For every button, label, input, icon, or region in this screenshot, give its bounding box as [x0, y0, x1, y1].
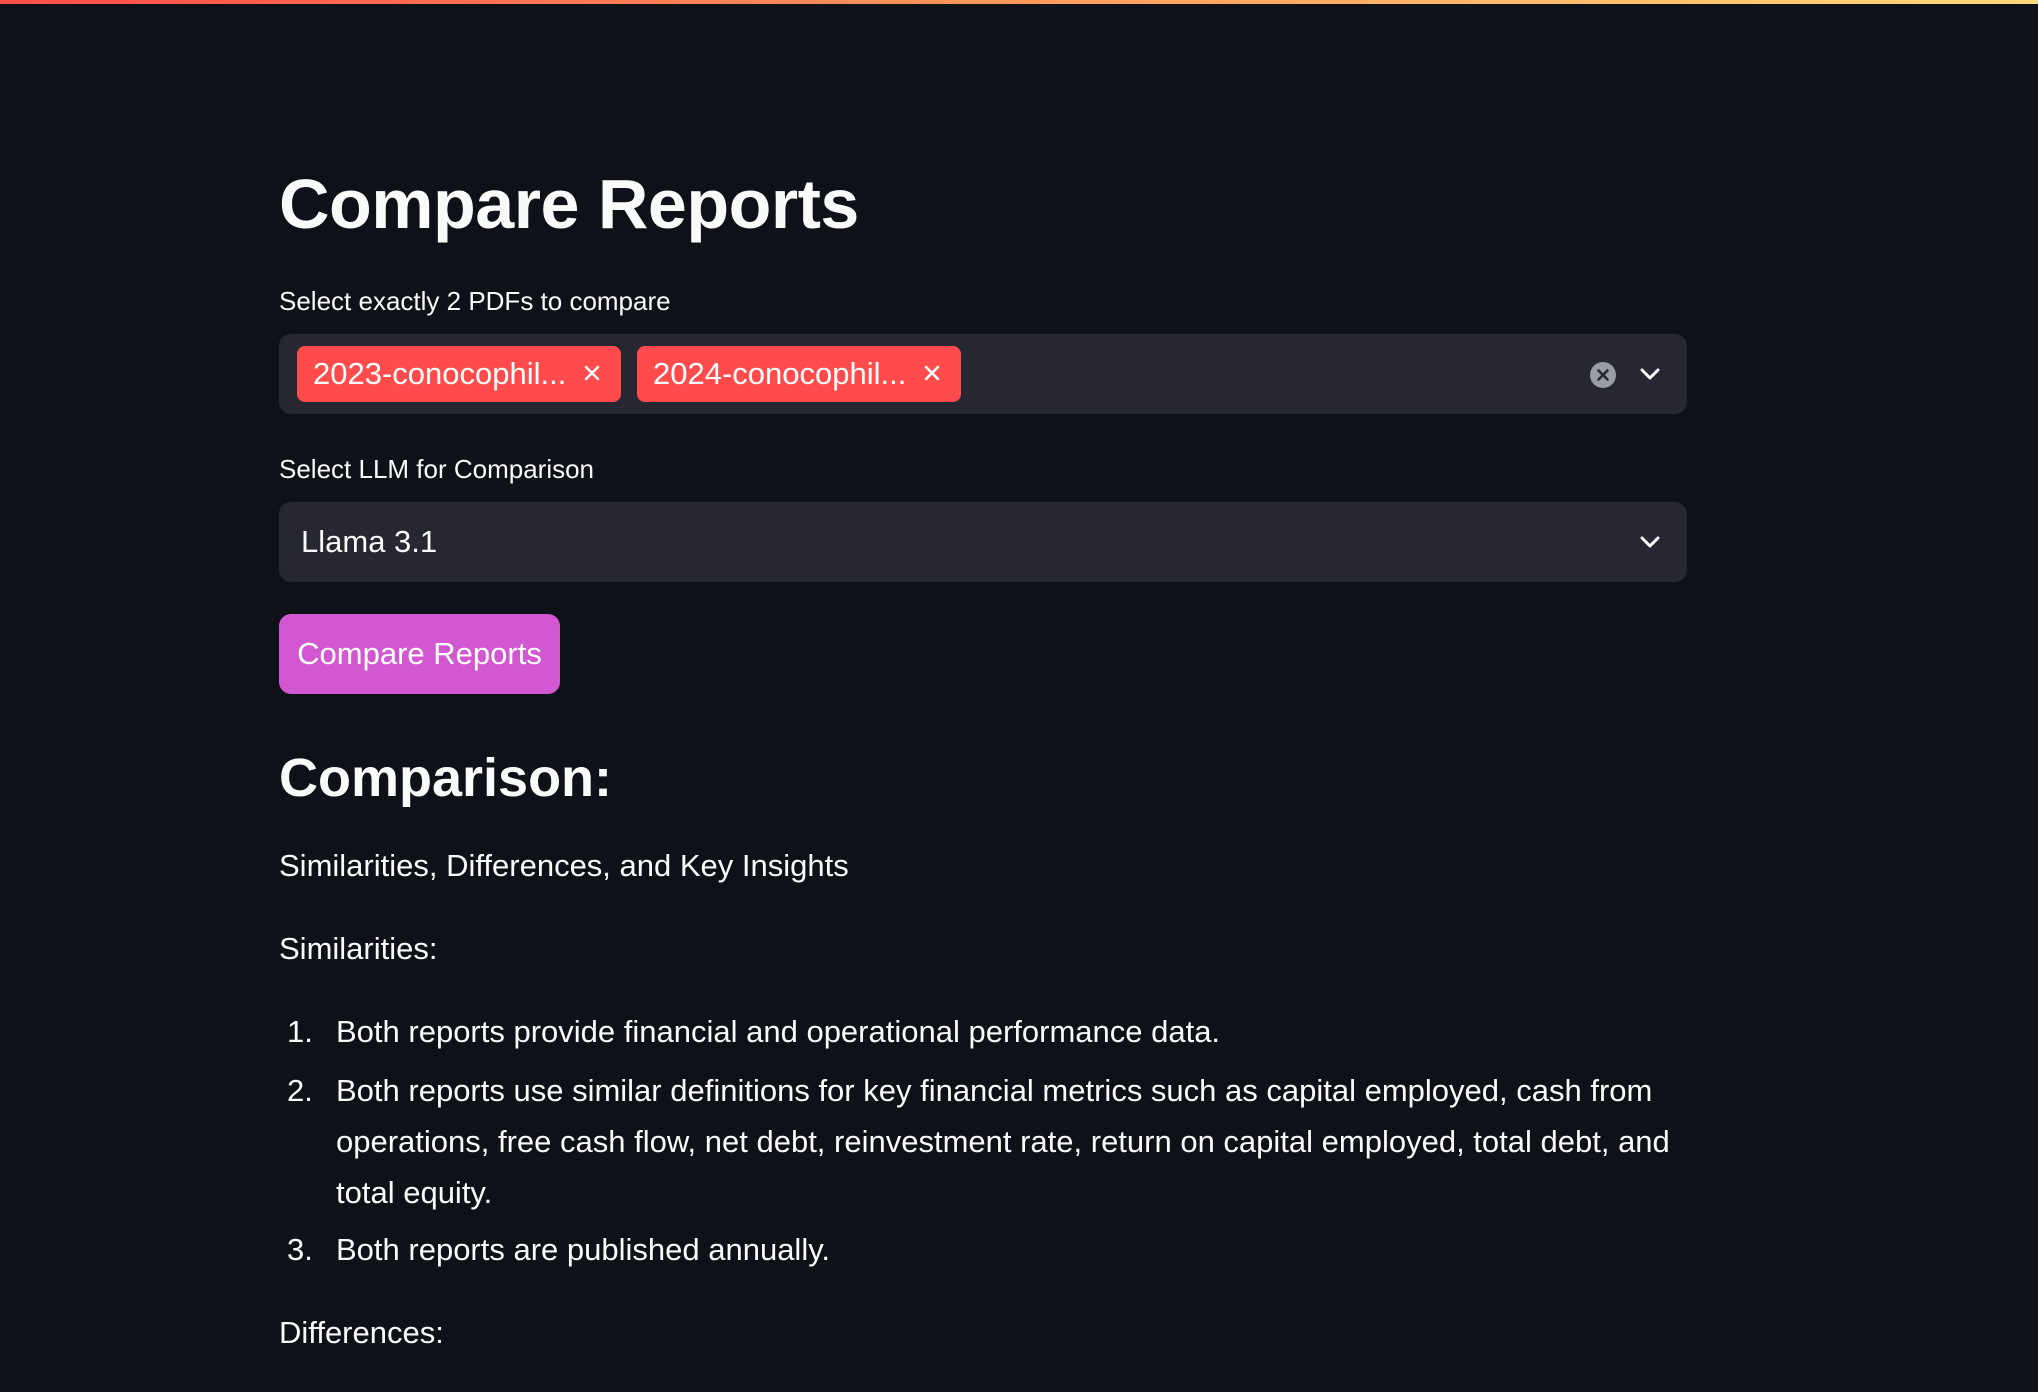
- list-item-number: 1.: [287, 1014, 313, 1049]
- compare-reports-button[interactable]: Compare Reports: [279, 614, 560, 694]
- comparison-intro: Similarities, Differences, and Key Insig…: [279, 848, 849, 883]
- llm-select-value: Llama 3.1: [301, 524, 438, 559]
- selected-pdf-tag: 2023-conocophil...: [297, 346, 621, 402]
- differences-label: Differences:: [279, 1315, 444, 1350]
- llm-select-label: Select LLM for Comparison: [279, 454, 595, 484]
- pdf-select-label: Select exactly 2 PDFs to compare: [279, 286, 671, 316]
- chevron-down-icon[interactable]: [1635, 359, 1665, 389]
- llm-selectbox[interactable]: Llama 3.1: [279, 502, 1687, 582]
- pdf-multiselect[interactable]: 2023-conocophil... 2024-conocophil...: [279, 334, 1687, 414]
- list-item: Both reports are published annually.: [336, 1232, 831, 1267]
- chevron-down-icon[interactable]: [1635, 527, 1665, 557]
- similarities-label: Similarities:: [279, 931, 438, 966]
- selected-pdf-tag: 2024-conocophil...: [637, 346, 961, 402]
- list-item: Both reports use similar definitions for…: [336, 1073, 1670, 1210]
- list-item-number: 3.: [287, 1232, 313, 1267]
- list-item-number: 2.: [287, 1073, 313, 1108]
- list-item: Both reports provide financial and opera…: [336, 1014, 1221, 1049]
- close-icon[interactable]: [577, 358, 607, 388]
- selected-pdf-tag-label: 2024-conocophil...: [653, 356, 907, 391]
- clear-circle-icon[interactable]: [1589, 361, 1617, 389]
- selected-pdf-tag-label: 2023-conocophil...: [313, 356, 567, 391]
- top-decoration-bar: [0, 0, 2038, 4]
- close-icon[interactable]: [917, 358, 947, 388]
- page-title: Compare Reports: [279, 165, 859, 243]
- comparison-heading: Comparison:: [279, 748, 613, 808]
